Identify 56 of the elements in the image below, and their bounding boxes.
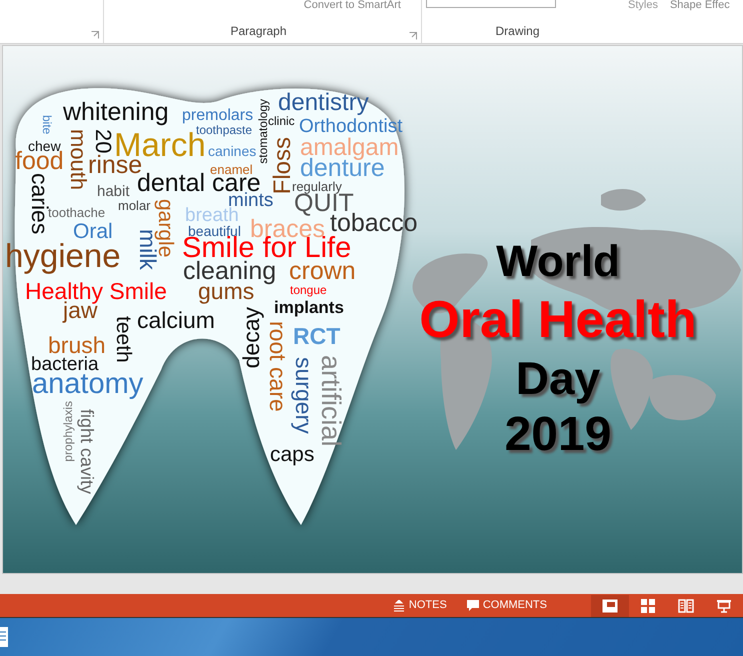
cloud-word: hygiene xyxy=(5,239,121,272)
cloud-word: toothache xyxy=(48,206,106,219)
cloud-word: artificial xyxy=(317,355,344,447)
cloud-word: clinic xyxy=(268,115,295,127)
slide-title-line: 2019 xyxy=(504,407,612,464)
notes-button[interactable]: NOTES xyxy=(388,597,451,614)
shapes-gallery[interactable] xyxy=(426,0,556,8)
cloud-word: tongue xyxy=(290,284,327,296)
cloud-word: mouth xyxy=(67,129,89,190)
cloud-word: calcium xyxy=(137,309,215,332)
slide-title-line: World xyxy=(496,236,620,288)
cloud-word: Healthy Smile xyxy=(25,280,167,303)
cloud-word: rinse xyxy=(88,153,142,178)
shape-effects-button[interactable]: Shape Effec xyxy=(670,0,730,11)
cloud-word: implants xyxy=(274,299,344,316)
cloud-word: gargle xyxy=(155,199,176,258)
speech-bubble-icon xyxy=(466,600,479,612)
cloud-word: canines xyxy=(208,144,256,158)
cloud-word: Orthodontist xyxy=(299,117,402,136)
notes-icon xyxy=(392,600,405,612)
cloud-word: Oral xyxy=(73,221,113,242)
grid-icon xyxy=(640,598,656,612)
cloud-word: crown xyxy=(289,259,356,284)
cloud-word: caps xyxy=(270,444,314,465)
cloud-word: prophylaxis xyxy=(62,401,74,462)
cloud-word: brush xyxy=(48,334,106,357)
cloud-word: root care xyxy=(266,321,289,412)
cloud-word: regularly xyxy=(292,180,342,193)
slide-title-line: Day xyxy=(516,351,600,406)
projector-screen-icon xyxy=(717,598,731,612)
cloud-word: decay xyxy=(240,307,263,368)
comments-button[interactable]: COMMENTS xyxy=(462,597,551,614)
cloud-word: dentistry xyxy=(278,91,369,115)
cloud-word: surgery xyxy=(292,357,315,434)
view-button[interactable] xyxy=(591,594,629,616)
slide-title-line: Oral Health xyxy=(419,290,697,351)
group-label: Drawing xyxy=(494,23,540,40)
cloud-word: whitening xyxy=(63,100,169,125)
cloud-word: bite xyxy=(41,115,53,134)
cloud-word: molar xyxy=(118,199,151,212)
convert-to-smartart-button[interactable]: Convert to SmartArt xyxy=(304,0,401,11)
normal-view-icon xyxy=(602,598,618,612)
cloud-word: RCT xyxy=(293,325,340,348)
document-icon[interactable] xyxy=(0,627,8,647)
cloud-word: fight cavity xyxy=(78,409,96,494)
dialog-launcher-icon[interactable] xyxy=(409,32,417,40)
styles-button[interactable]: Styles xyxy=(628,0,658,11)
group-label: Paragraph xyxy=(229,23,288,40)
cloud-word: beautiful xyxy=(188,224,241,238)
cloud-word: premolars xyxy=(182,108,254,124)
dialog-launcher-icon[interactable] xyxy=(91,31,99,39)
cloud-word: 20 xyxy=(92,129,114,154)
book-icon xyxy=(678,598,694,612)
cloud-word: teeth xyxy=(113,316,134,363)
cloud-word: habit xyxy=(97,184,130,199)
cloud-word: stomatology xyxy=(257,99,269,164)
